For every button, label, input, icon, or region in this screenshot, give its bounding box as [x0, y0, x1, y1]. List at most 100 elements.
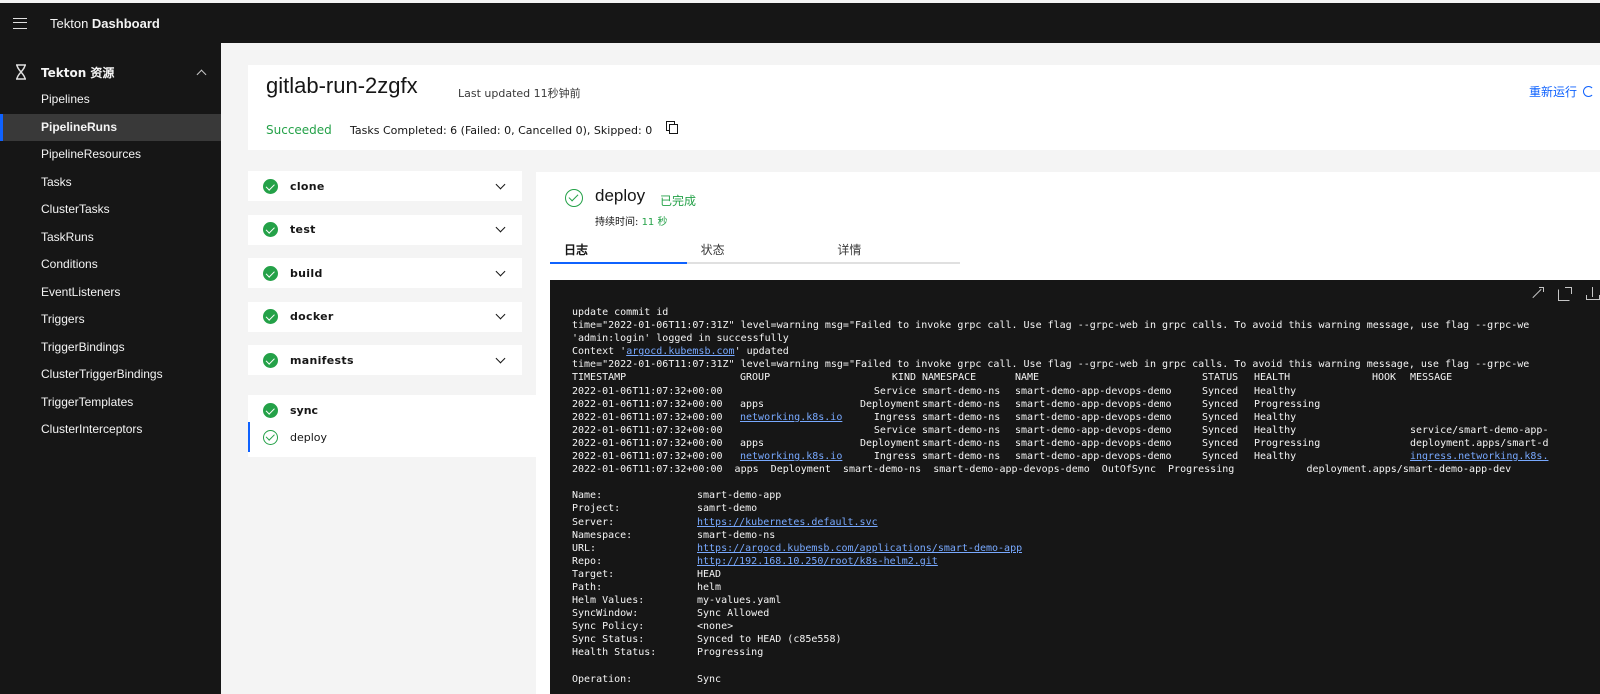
log-line: Name: smart-demo-app [572, 489, 1560, 502]
task-name: clone [290, 179, 325, 193]
task-sync[interactable]: sync [248, 395, 536, 425]
maximize-icon[interactable] [1530, 287, 1544, 301]
log-text: Health Status: [572, 647, 657, 659]
run-status: Succeeded [266, 123, 332, 137]
sidebar-item-pipelineruns[interactable]: PipelineRuns [0, 113, 221, 141]
log-cell: smart-demo-ns [922, 437, 1001, 449]
rerun-label: 重新运行 [1528, 85, 1577, 99]
log-line: Target: HEAD [572, 568, 1560, 581]
log-line: 2022-01-06T11:07:32+00:00 apps Deployment s… [572, 437, 1560, 450]
launch-icon[interactable] [1558, 287, 1572, 301]
step-detail: deploy 已完成 持续时间: 11 秒 日志 状态 详情 update comm… [536, 172, 1600, 694]
log-link[interactable]: argocd.kubemsb.com [626, 345, 734, 358]
expanded-task: sync deploy [248, 395, 536, 457]
log-line: 2022-01-06T11:07:32+00:00 Service smart-de… [572, 424, 1560, 437]
log-link[interactable]: https://argocd.kubemsb.com/applications/… [697, 542, 1022, 555]
task-name: sync [290, 403, 319, 417]
log-cell: Progressing [1254, 398, 1321, 410]
success-icon [263, 222, 278, 237]
log-line: Sync Status: Synced to HEAD (c85e558) [572, 633, 1560, 646]
menu-icon[interactable] [0, 3, 40, 43]
log-line: time="2022-01-06T11:07:31Z" level=warnin… [572, 358, 1560, 371]
log-cell: smart-demo-app-devops-demo [1015, 398, 1172, 410]
log-col-header: STATUS [1202, 372, 1239, 384]
log-cell: 2022-01-06T11:07:32+00:00 [572, 385, 723, 397]
log-cell: smart-demo-app-devops-demo [1015, 424, 1172, 436]
log-link[interactable]: https://kubernetes.default.svc [697, 516, 878, 529]
log-line: Namespace: smart-demo-ns [572, 529, 1560, 542]
sidebar-item-clustertriggerbindings[interactable]: ClusterTriggerBindings [0, 361, 221, 389]
log-cell: Healthy [1254, 411, 1297, 423]
log-col-header: GROUP [740, 372, 771, 384]
step-deploy[interactable]: deploy [248, 422, 536, 452]
sidebar-item-triggerbindings[interactable]: TriggerBindings [0, 334, 221, 362]
log-text: HEAD [697, 568, 722, 580]
step-title: deploy [595, 186, 646, 205]
download-icon[interactable] [1586, 287, 1600, 301]
log-cell: deployment.apps/smart-d [1410, 437, 1549, 449]
log-link[interactable]: http://192.168.10.250/root/k8s-helm2.git [697, 555, 938, 568]
log-toolbar [1530, 287, 1600, 301]
tab-1[interactable]: 状态 [687, 236, 824, 262]
task-docker[interactable]: docker [248, 301, 522, 332]
log-text: Namespace: [572, 529, 633, 541]
log-link[interactable]: ingress.networking.k8s. [1410, 450, 1560, 463]
log-col-header: NAME [1015, 372, 1040, 384]
sidebar-item-triggers[interactable]: Triggers [0, 306, 221, 334]
log-col-header: TIMESTAMP [572, 372, 627, 384]
log-line: time="2022-01-06T11:07:31Z" level=warnin… [572, 319, 1560, 332]
log-line: 2022-01-06T11:07:32+00:00 networking.k8s.… [572, 450, 1560, 463]
step-duration: 持续时间: 11 秒 [595, 217, 668, 228]
task-manifests[interactable]: manifests [248, 345, 522, 375]
log-link[interactable]: networking.k8s.io [740, 450, 860, 463]
log-line: Context 'argocd.kubemsb.com' updated [572, 345, 1560, 358]
task-clone[interactable]: clone [248, 171, 522, 201]
sidebar-item-eventlisteners[interactable]: EventListeners [0, 279, 221, 307]
log-link[interactable]: networking.k8s.io [740, 411, 860, 424]
task-name: test [290, 223, 316, 236]
log-text: update commit id [572, 307, 669, 318]
tab-2[interactable]: 详情 [823, 236, 960, 262]
log-line: SyncWindow: Sync Allowed [572, 607, 1560, 620]
success-outline-icon [565, 189, 583, 207]
success-outline-icon [263, 429, 278, 445]
log-text: Path: [572, 581, 603, 593]
copy-icon[interactable] [666, 121, 678, 134]
sidebar-item-tasks[interactable]: Tasks [0, 169, 221, 197]
top-header: Tekton Dashboard [0, 3, 1600, 43]
log-cell: smart-demo-ns [922, 411, 1001, 423]
success-icon [263, 178, 278, 194]
chevron-up-icon [196, 69, 207, 79]
rerun-button[interactable]: 重新运行 [1529, 83, 1594, 100]
log-cell: apps [740, 398, 765, 410]
log-line: Operation: Sync [572, 673, 1560, 686]
log-text: Sync Allowed [697, 608, 770, 620]
sidebar-section-tekton[interactable]: Tekton 资源 [0, 58, 221, 86]
tekton-logo-icon [16, 64, 26, 80]
sidebar-item-pipelines[interactable]: Pipelines [0, 86, 221, 114]
sidebar-item-pipelineresources[interactable]: PipelineResources [0, 141, 221, 169]
log-cell: Healthy [1254, 385, 1297, 397]
log-line: Repo: http://192.168.10.250/root/k8s-helm… [572, 555, 1560, 568]
tab-0[interactable]: 日志 [550, 236, 687, 264]
log-cell: Synced [1202, 437, 1239, 449]
sidebar-item-clusterinterceptors[interactable]: ClusterInterceptors [0, 416, 221, 444]
log-col-header: NAMESPACE [922, 372, 977, 384]
log-cell: smart-demo-ns [922, 451, 1001, 463]
task-test[interactable]: test [248, 214, 522, 245]
log-cell: Progressing [1254, 437, 1321, 449]
log-line: Path: helm [572, 581, 1560, 594]
log-text: Sync Policy: [572, 621, 645, 633]
log-line: 2022-01-06T11:07:32+00:00 networking.k8s.… [572, 411, 1560, 424]
log-cell: apps [740, 437, 765, 449]
task-build[interactable]: build [248, 258, 522, 288]
sidebar-item-triggertemplates[interactable]: TriggerTemplates [0, 389, 221, 417]
sidebar-item-clustertasks[interactable]: ClusterTasks [0, 196, 221, 224]
log-text: helm [697, 581, 722, 593]
app-brand[interactable]: Tekton Dashboard [50, 16, 160, 31]
sidebar-item-taskruns[interactable]: TaskRuns [0, 224, 221, 252]
log-viewer: update commit id time="2022-01-06T11:07:3… [550, 280, 1600, 694]
log-col-header: MESSAGE [1410, 372, 1453, 384]
sidebar-item-conditions[interactable]: Conditions [0, 251, 221, 279]
task-name: manifests [290, 353, 354, 367]
